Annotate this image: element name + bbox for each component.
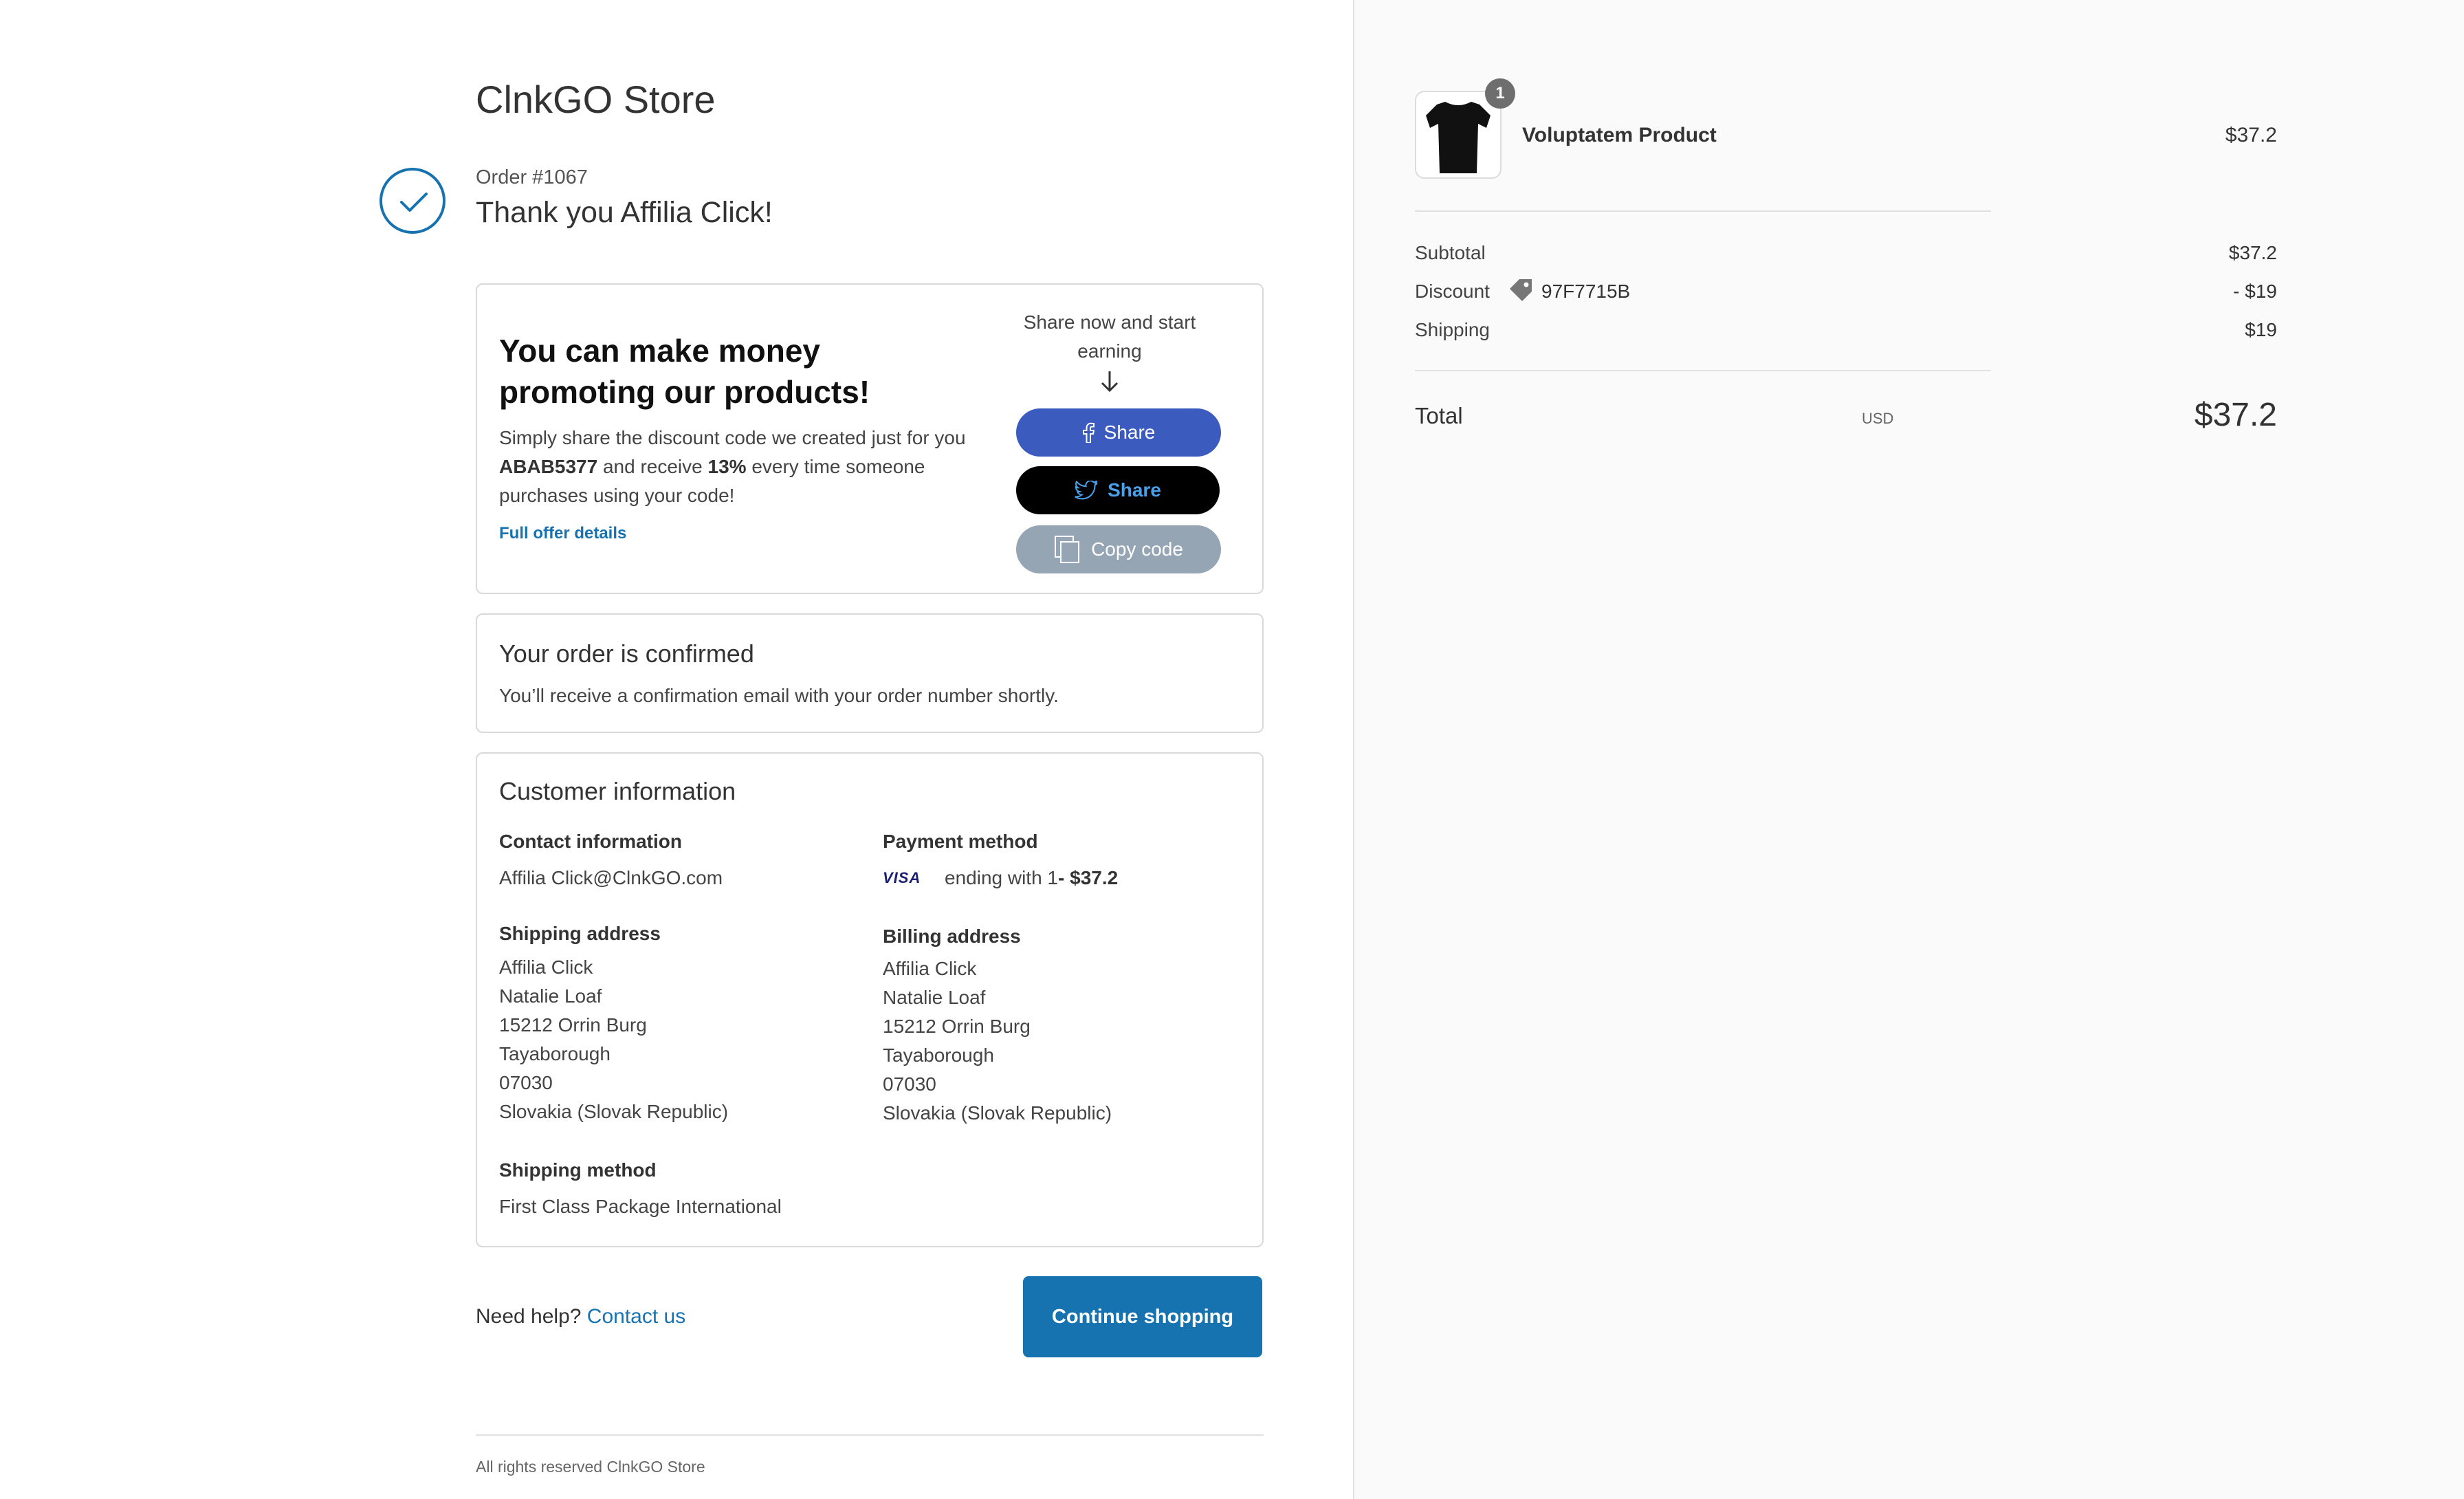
customer-info-box: Customer information Contact information… (476, 752, 1264, 1247)
billing-address-label: Billing address (883, 926, 1021, 947)
main-panel: ClnkGO Store Order #1067 Thank you Affil… (0, 0, 1353, 1499)
order-confirmed-box: Your order is confirmed You’ll receive a… (476, 613, 1264, 733)
quantity-badge: 1 (1485, 78, 1515, 109)
thank-you-heading: Thank you Affilia Click! (476, 196, 773, 229)
promo-text: Simply share the discount code we create… (499, 424, 994, 510)
currency-label: USD (1862, 410, 1894, 427)
payment-amount: - $37.2 (1058, 867, 1119, 888)
address-line: 15212 Orrin Burg (499, 1014, 647, 1036)
promo-text-before: Simply share the discount code we create… (499, 427, 966, 448)
discount-value: - $19 (2233, 281, 2277, 302)
payment-method-value: VISA ending with 1 - $37.2 (883, 864, 1118, 893)
payment-method-label: Payment method (883, 831, 1038, 852)
address-line: Affilia Click (883, 958, 977, 979)
address-line: 15212 Orrin Burg (883, 1016, 1031, 1037)
full-offer-link[interactable]: Full offer details (499, 524, 626, 543)
contact-email: Affilia Click@ClnkGO.com (499, 867, 723, 888)
copy-code-button[interactable]: Copy code (1016, 525, 1221, 573)
footer-text: All rights reserved ClnkGO Store (476, 1458, 705, 1476)
twitter-share-label: Share (1108, 479, 1161, 501)
address-line: Tayaborough (499, 1043, 610, 1064)
shipping-method-value: First Class Package International (499, 1196, 782, 1217)
facebook-icon (1082, 422, 1094, 443)
footer-divider (476, 1434, 1264, 1436)
facebook-share-button[interactable]: Share (1016, 408, 1221, 457)
address-line: Tayaborough (883, 1044, 994, 1066)
contact-info-label: Contact information (499, 831, 682, 852)
order-confirmed-text: You’ll receive a confirmation email with… (499, 685, 1059, 706)
continue-shopping-button[interactable]: Continue shopping (1023, 1276, 1262, 1357)
twitter-icon (1075, 481, 1098, 500)
product-price: $37.2 (2225, 124, 2277, 146)
subtotal-label: Subtotal (1415, 242, 1486, 263)
need-help: Need help? Contact us (476, 1305, 685, 1328)
twitter-share-button[interactable]: Share (1016, 466, 1220, 514)
visa-icon: VISA (883, 869, 921, 886)
subtotal-value: $37.2 (2228, 242, 2277, 263)
promo-heading: You can make money promoting our product… (499, 333, 870, 410)
promo-text-mid: and receive (597, 456, 708, 477)
shipping-label: Shipping (1415, 319, 1490, 340)
need-help-text: Need help? (476, 1305, 587, 1328)
discount-code: 97F7715B (1541, 281, 1631, 302)
facebook-share-label: Share (1103, 422, 1156, 443)
shipping-address-label: Shipping address (499, 923, 661, 944)
order-confirmed-heading: Your order is confirmed (499, 639, 754, 668)
promo-code: ABAB5377 (499, 456, 598, 477)
discount-label: Discount (1415, 281, 1490, 302)
share-now-text: Share now and start earning (1023, 311, 1196, 362)
contact-us-link[interactable]: Contact us (587, 1305, 685, 1328)
address-line: Affilia Click (499, 956, 593, 978)
store-title[interactable]: ClnkGO Store (476, 77, 716, 122)
summary-divider (1415, 210, 1991, 212)
order-summary-panel: 1 Voluptatem Product $37.2 Subtotal $37.… (1353, 0, 2464, 1499)
order-number: Order #1067 (476, 166, 588, 188)
address-line: Slovakia (Slovak Republic) (499, 1101, 729, 1122)
total-divider (1415, 370, 1991, 371)
customer-info-heading: Customer information (499, 777, 736, 805)
check-circle-icon (380, 168, 446, 234)
promo-box: You can make money promoting our product… (476, 283, 1264, 594)
shipping-method-label: Shipping method (499, 1159, 657, 1181)
tshirt-icon (1426, 102, 1490, 173)
total-label: Total (1415, 403, 1463, 428)
address-line: Slovakia (Slovak Republic) (883, 1102, 1112, 1124)
tag-icon (1508, 278, 1534, 306)
promo-percent: 13% (707, 456, 747, 477)
payment-ending: ending with 1 (945, 867, 1059, 888)
address-line: Natalie Loaf (883, 987, 986, 1008)
arrow-down-icon (1100, 370, 1119, 397)
product-name: Voluptatem Product (1522, 124, 1717, 146)
shipping-address: Affilia Click Natalie Loaf 15212 Orrin B… (499, 953, 728, 1126)
shipping-value: $19 (2245, 319, 2277, 340)
address-line: Natalie Loaf (499, 985, 602, 1007)
copy-icon (1054, 535, 1081, 564)
total-value: $37.2 (2194, 397, 2277, 433)
address-line: 07030 (883, 1073, 936, 1095)
address-line: 07030 (499, 1072, 553, 1093)
copy-code-label: Copy code (1091, 538, 1183, 560)
billing-address: Affilia Click Natalie Loaf 15212 Orrin B… (883, 954, 1112, 1128)
